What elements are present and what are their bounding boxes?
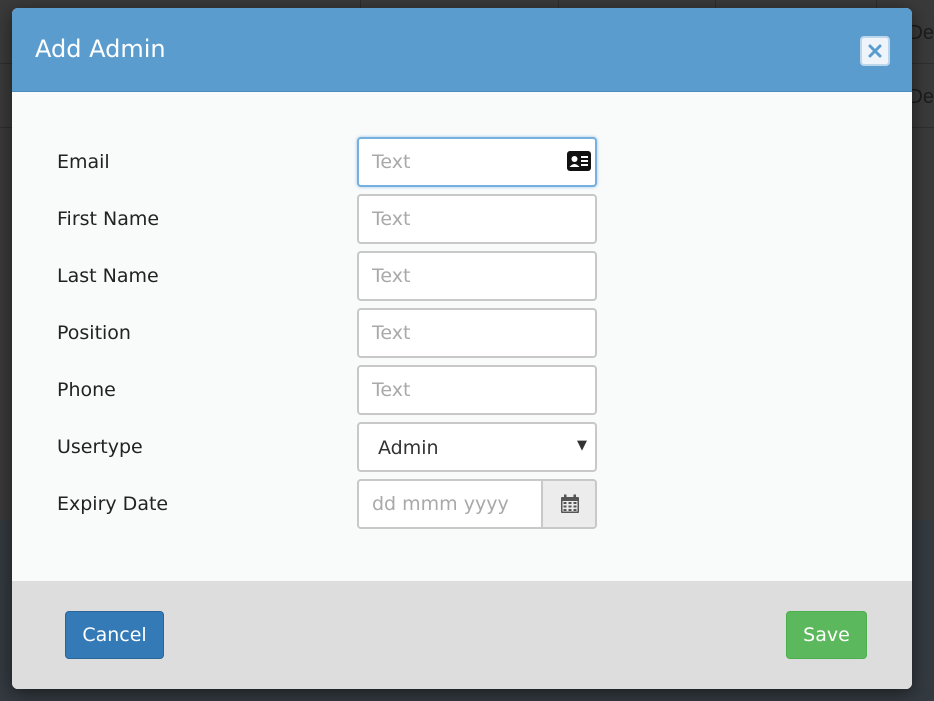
expiry-date-field[interactable] [359,481,541,527]
usertype-label: Usertype [57,436,143,458]
position-label: Position [57,322,131,344]
position-field[interactable] [357,308,597,358]
email-field[interactable] [357,137,597,187]
position-row: Position [12,308,912,358]
first-name-label: First Name [57,208,160,230]
phone-row: Phone [12,365,912,415]
expiry-date-label: Expiry Date [57,493,169,515]
background-cell-text: De [908,22,934,44]
expiry-date-row: Expiry Date [12,479,912,529]
last-name-row: Last Name [12,251,912,301]
calendar-button[interactable] [541,481,595,527]
dropdown-arrow-icon: ▼ [577,438,587,453]
close-button[interactable] [860,36,890,66]
usertype-row: Usertype Admin ▼ [12,422,912,472]
contact-card-icon [567,151,591,171]
usertype-selected-value: Admin [378,437,439,459]
close-icon [868,44,882,58]
first-name-row: First Name [12,194,912,244]
add-admin-modal: Add Admin Email First Name Last Name Pos… [12,8,912,689]
phone-field[interactable] [357,365,597,415]
usertype-select[interactable]: Admin ▼ [357,422,597,472]
background-cell-text: De [908,86,934,108]
modal-title: Add Admin [35,35,166,63]
first-name-field[interactable] [357,194,597,244]
save-button[interactable]: Save [786,611,867,659]
phone-label: Phone [57,379,116,401]
cancel-button[interactable]: Cancel [65,611,164,659]
expiry-date-group [357,479,597,529]
email-row: Email [12,137,912,187]
modal-footer: Cancel Save [12,581,912,689]
last-name-label: Last Name [57,265,159,287]
calendar-icon [561,494,579,513]
modal-header: Add Admin [12,8,912,92]
last-name-field[interactable] [357,251,597,301]
email-label: Email [57,151,110,173]
